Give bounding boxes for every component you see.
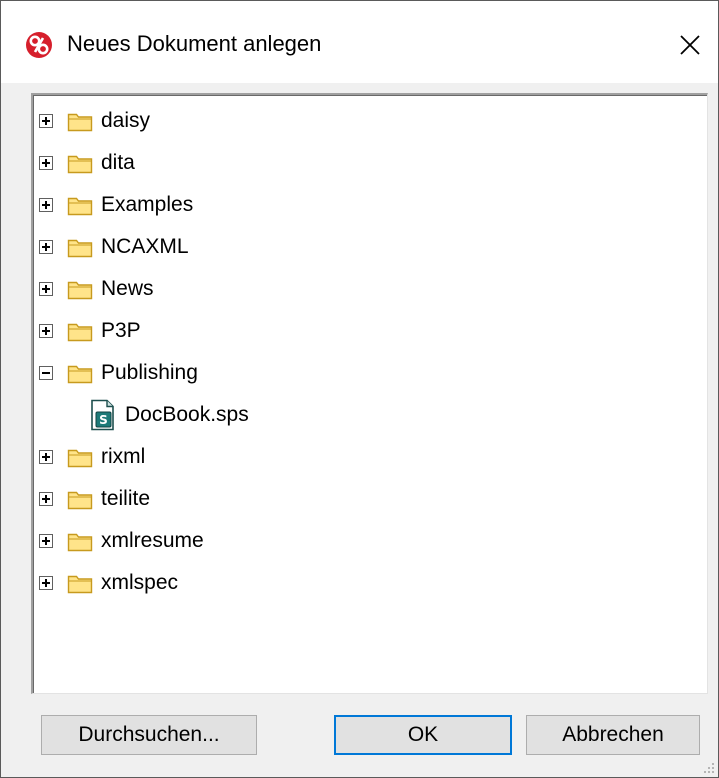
tree-item-label: Publishing (101, 361, 198, 384)
tree-item-p3p[interactable]: P3P (39, 314, 141, 348)
browse-button[interactable]: Durchsuchen... (41, 715, 257, 755)
expand-icon[interactable] (39, 534, 53, 548)
folder-icon (67, 449, 93, 468)
tree-item-label: P3P (101, 319, 141, 342)
expand-icon[interactable] (39, 198, 53, 212)
folder-icon (67, 239, 93, 258)
tree-item-label: daisy (101, 109, 151, 132)
expand-icon[interactable] (39, 450, 53, 464)
expand-icon[interactable] (39, 324, 53, 338)
cancel-button[interactable]: Abbrechen (526, 715, 700, 755)
folder-icon (67, 197, 93, 216)
tree-item-xmlresume[interactable]: xmlresume (39, 524, 204, 558)
close-button[interactable] (662, 17, 718, 73)
expand-icon[interactable] (39, 114, 53, 128)
folder-icon (67, 491, 93, 510)
folder-icon (67, 323, 93, 342)
tree-item-label: xmlresume (101, 529, 204, 552)
expand-icon[interactable] (39, 282, 53, 296)
sps-file-icon: S (91, 399, 114, 431)
expand-icon[interactable] (39, 576, 53, 590)
tree-item-examples[interactable]: Examples (39, 188, 193, 222)
expand-icon[interactable] (39, 492, 53, 506)
ok-button[interactable]: OK (334, 715, 512, 755)
file-icon-letter: S (99, 413, 108, 427)
close-icon (680, 35, 700, 55)
tree-item-label: rixml (101, 445, 146, 468)
app-logo-icon (26, 32, 52, 58)
tree-item-label: teilite (101, 487, 151, 510)
tree-item-label: xmlspec (101, 571, 179, 594)
tree-item-rixml[interactable]: rixml (39, 440, 145, 474)
tree-item-ncaxml[interactable]: NCAXML (39, 230, 189, 264)
folder-icon (67, 113, 93, 132)
tree-item-docbook-sps[interactable]: S DocBook.sps (89, 398, 249, 432)
tree-item-teilite[interactable]: teilite (39, 482, 150, 516)
collapse-icon[interactable] (39, 366, 53, 380)
folder-icon (67, 533, 93, 552)
new-document-dialog: Neues Dokument anlegen daisy dita Exampl… (0, 0, 719, 778)
tree-item-label: NCAXML (101, 235, 189, 258)
dialog-title: Neues Dokument anlegen (67, 31, 322, 56)
folder-icon (67, 575, 93, 594)
resize-grip-icon[interactable] (702, 761, 716, 775)
tree-item-daisy[interactable]: daisy (39, 104, 150, 138)
folder-icon (67, 155, 93, 174)
tree-item-label: dita (101, 151, 135, 174)
tree-item-dita[interactable]: dita (39, 146, 135, 180)
tree-item-publishing[interactable]: Publishing (39, 356, 198, 390)
tree-item-xmlspec[interactable]: xmlspec (39, 566, 178, 600)
tree-item-label: DocBook.sps (125, 403, 249, 426)
tree-item-label: Examples (101, 193, 194, 216)
tree-item-news[interactable]: News (39, 272, 154, 306)
template-tree[interactable]: daisy dita Examples NCAXML News P3P Publ… (31, 93, 708, 694)
title-bar: Neues Dokument anlegen (1, 1, 718, 83)
expand-icon[interactable] (39, 240, 53, 254)
expand-icon[interactable] (39, 156, 53, 170)
tree-item-label: News (101, 277, 154, 300)
folder-icon (67, 281, 93, 300)
folder-open-icon (67, 365, 93, 384)
